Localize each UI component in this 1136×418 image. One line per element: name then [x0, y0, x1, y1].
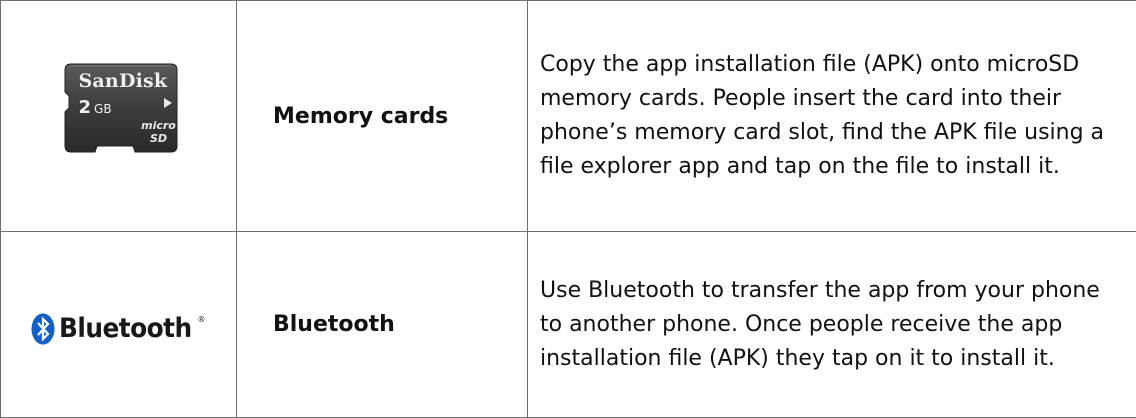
table-row-bluetooth: Bluetooth ® Bluetooth Use Bluetooth to t…	[1, 232, 1136, 418]
method-description: Use Bluetooth to transfer the app from y…	[528, 232, 1136, 418]
sharing-methods-table: SanDisk 2GB micro SD Memory cards Copy t…	[0, 0, 1136, 418]
card-capacity: 2GB	[79, 97, 112, 118]
microsd-card-icon: SanDisk 2GB micro SD	[57, 60, 181, 156]
icon-cell: Bluetooth ®	[1, 232, 237, 418]
bluetooth-wordmark: Bluetooth	[59, 313, 192, 344]
microsd-format-logo: micro SD	[137, 119, 181, 145]
method-label: Bluetooth	[237, 232, 528, 418]
icon-cell: SanDisk 2GB micro SD	[1, 1, 237, 232]
method-description: Copy the app installation file (APK) ont…	[528, 1, 1136, 232]
sandisk-logo-text: SanDisk	[79, 70, 168, 92]
table-row-memory-cards: SanDisk 2GB micro SD Memory cards Copy t…	[1, 1, 1136, 232]
bluetooth-icon	[31, 313, 55, 345]
bluetooth-logo: Bluetooth ®	[31, 313, 205, 345]
insert-arrow-icon	[164, 98, 172, 108]
method-label: Memory cards	[237, 1, 528, 232]
registered-mark: ®	[198, 315, 206, 324]
